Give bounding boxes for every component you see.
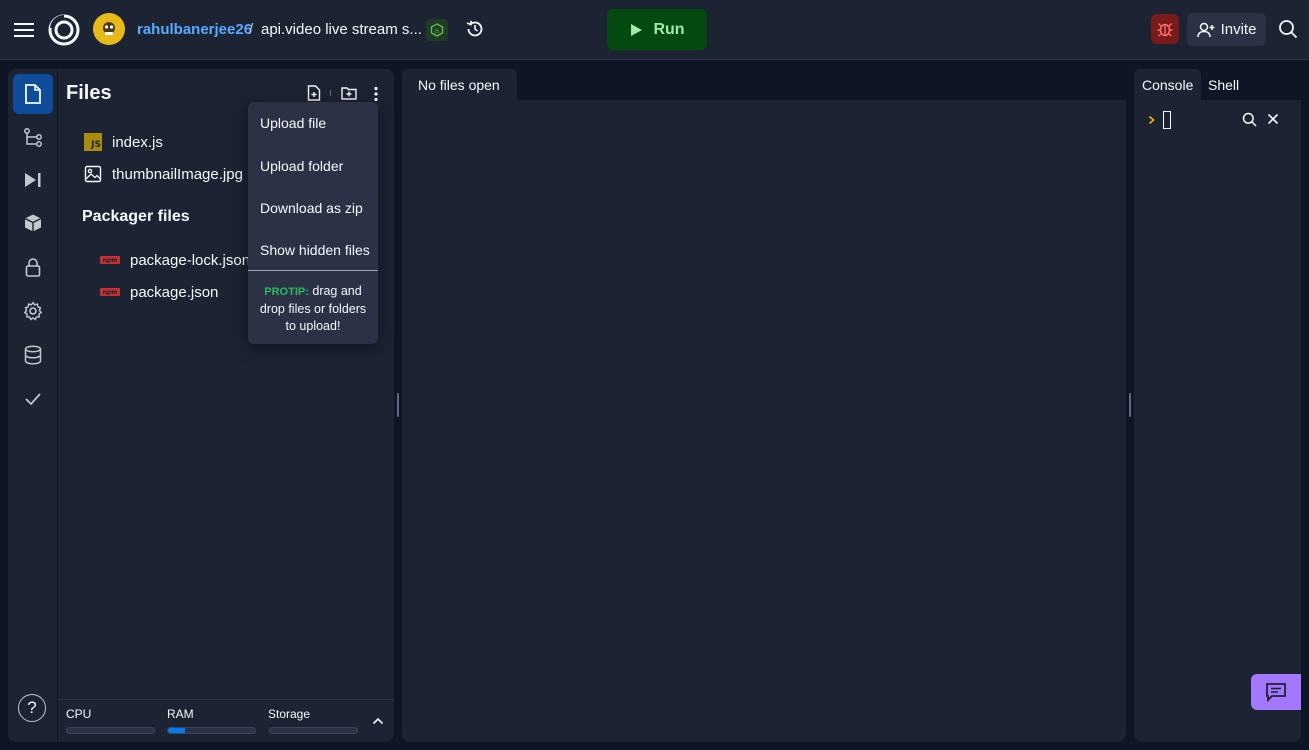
npm-icon: npm [100,256,120,264]
chevron-up-icon[interactable] [370,713,386,729]
nodejs-icon[interactable]: JS [426,19,448,41]
toolbar-divider [330,90,331,96]
js-file-icon: JS [84,133,102,151]
new-folder-icon[interactable] [339,83,359,103]
resize-handle-left[interactable] [397,393,399,417]
hamburger-menu-icon[interactable] [8,14,40,46]
menu-divider [248,270,378,271]
ram-meter [167,727,256,734]
database-icon[interactable] [13,335,53,375]
version-control-icon[interactable] [13,117,53,157]
top-bar: rahulbanerjee26 / api.video live stream … [0,0,1309,60]
new-file-icon[interactable] [304,83,324,103]
packages-icon[interactable] [13,203,53,243]
chat-icon [1266,683,1286,702]
run-label: Run [653,20,685,38]
editor-pane: No files open [402,69,1126,742]
file-name: index.js [112,133,163,151]
storage-meter [269,727,358,734]
storage-label: Storage [268,707,311,721]
file-item-thumbnail-image[interactable]: thumbnailImage.jpg [84,160,243,188]
ram-meter-fill [168,728,186,733]
menu-item-upload-file[interactable]: Upload file [260,115,326,131]
file-item-index-js[interactable]: JS index.js [84,128,163,156]
prompt-chevron-icon [1148,115,1156,125]
play-icon [631,23,643,36]
file-name: thumbnailImage.jpg [112,165,243,183]
history-icon[interactable] [462,16,488,42]
file-item-package-lock-json[interactable]: npm package-lock.json [100,246,250,274]
console-clear-close-icon[interactable] [1264,110,1282,128]
protip-text: PROTIP: drag and drop files or folders t… [253,283,373,335]
breadcrumb-separator: / [249,21,254,38]
repl-name[interactable]: api.video live stream s... [261,21,422,38]
owner-link[interactable]: rahulbanerjee26 [137,21,252,38]
npm-icon: npm [100,288,120,296]
help-button[interactable]: ? [18,694,46,722]
image-file-icon [84,165,102,183]
secrets-lock-icon[interactable] [13,247,53,287]
menu-item-download-zip[interactable]: Download as zip [260,200,363,216]
add-user-icon [1196,22,1215,37]
protip-tag: PROTIP: [264,286,309,298]
resize-handle-right[interactable] [1129,393,1131,417]
debugger-button[interactable] [1151,14,1179,44]
checkmark-icon[interactable] [13,379,53,419]
console-pane: Console Shell [1134,69,1301,742]
invite-label: Invite [1220,21,1257,38]
invite-button[interactable]: Invite [1187,13,1266,46]
packager-files-title: Packager files [82,208,190,225]
run-workflow-icon[interactable] [13,160,53,200]
svg-text:JS: JS [434,29,440,35]
feedback-chat-button[interactable] [1251,674,1301,710]
menu-item-upload-folder[interactable]: Upload folder [260,158,343,174]
file-item-package-json[interactable]: npm package.json [100,278,218,306]
file-name: package-lock.json [130,251,251,269]
resource-usage-bar[interactable]: CPU RAM Storage [58,699,394,742]
ram-label: RAM [167,707,194,721]
file-name: package.json [130,283,219,301]
cpu-meter [66,727,155,734]
console-cursor[interactable] [1163,111,1171,129]
files-title: Files [66,82,112,104]
file-options-menu: Upload file Upload folder Download as zi… [248,102,378,344]
console-search-icon[interactable] [1240,110,1258,128]
settings-gear-icon[interactable] [13,291,53,331]
cpu-label: CPU [66,707,92,721]
tab-console[interactable]: Console [1134,69,1202,100]
search-icon[interactable] [1275,16,1301,42]
editor-tab[interactable]: No files open [402,69,517,100]
run-button[interactable]: Run [607,9,707,50]
bug-icon [1157,23,1173,37]
tab-shell[interactable]: Shell [1200,69,1247,100]
menu-item-show-hidden-files[interactable]: Show hidden files [260,242,370,258]
replit-logo-icon[interactable] [47,13,81,47]
avatar[interactable] [93,13,125,45]
console-tab-bar: Console Shell [1134,69,1301,100]
editor-tab-bar: No files open [402,69,1126,100]
files-tool-icon[interactable] [13,74,53,114]
tool-rail [8,69,57,742]
